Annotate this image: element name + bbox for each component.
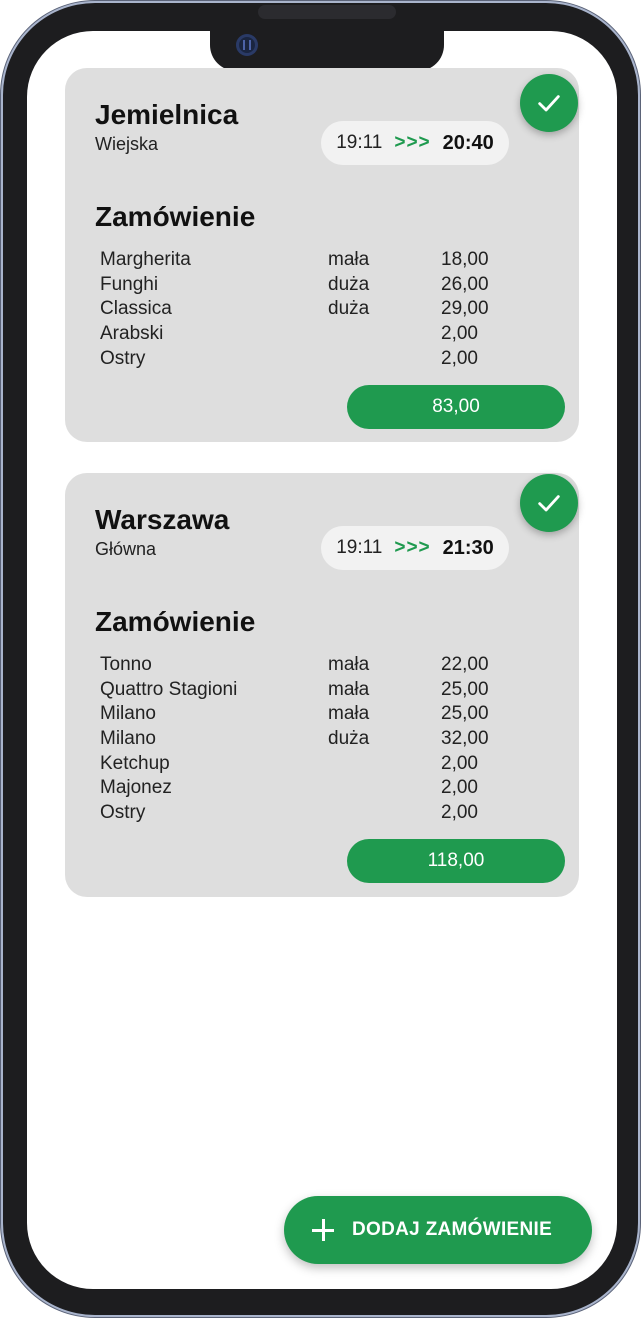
item-size: mała [328,678,370,700]
item-price: 2,00 [441,323,478,345]
check-icon [538,495,560,512]
item-price: 2,00 [441,347,478,369]
order-item-row: Quattro Stagioni mała 25,00 [100,679,520,704]
phone-speaker [258,5,396,19]
add-order-button[interactable]: DODAJ ZAMÓWIENIE [284,1196,592,1264]
order-section-title: Zamówienie [95,201,256,232]
item-name: Majonez [100,777,172,799]
order-time-end: 21:30 [442,536,494,559]
order-total-button[interactable]: 83,00 [347,385,565,429]
order-time-start: 19:11 [336,132,383,153]
item-name: Ostry [100,802,146,824]
order-item-row: Milano duża 32,00 [100,728,520,753]
order-card: Jemielnica Wiejska 19:11 >>> 20:40 Zamów… [65,68,579,442]
order-city: Jemielnica [95,99,239,130]
order-item-row: Ostry 2,00 [100,348,520,373]
item-price: 25,00 [441,703,489,725]
order-item-row: Arabski 2,00 [100,323,520,348]
item-price: 18,00 [441,249,489,270]
order-done-button[interactable] [520,74,578,132]
add-order-label: DODAJ ZAMÓWIENIE [352,1219,553,1240]
order-street: Główna [95,539,157,559]
time-arrows: >>> [394,537,431,558]
order-city: Warszawa [95,504,230,535]
item-name: Tonno [100,654,152,675]
item-name: Milano [100,728,156,750]
order-total-button[interactable]: 118,00 [347,839,565,883]
item-price: 2,00 [441,777,478,799]
order-item-row: Margherita mała 18,00 [100,249,520,274]
order-item-row: Ketchup 2,00 [100,753,520,778]
order-items-list: Tonno mała 22,00 Quattro Stagioni mała 2… [100,654,520,827]
check-icon [538,95,560,112]
order-item-row: Ostry 2,00 [100,802,520,827]
item-name: Arabski [100,323,164,345]
delivery-time-pill: 19:11 >>> 20:40 [321,121,509,165]
item-name: Funghi [100,273,159,295]
item-name: Ostry [100,347,146,369]
item-price: 2,00 [441,752,478,774]
item-name: Quattro Stagioni [100,678,238,700]
item-name: Margherita [100,249,191,270]
order-section-title: Zamówienie [95,606,256,637]
item-size: mała [328,654,370,675]
camera-icon [236,34,258,56]
item-name: Milano [100,703,156,725]
order-time-start: 19:11 [336,537,383,558]
item-size: duża [328,298,370,320]
item-size: duża [328,728,370,750]
item-price: 26,00 [441,273,489,295]
item-price: 2,00 [441,802,478,824]
order-item-row: Majonez 2,00 [100,777,520,802]
item-price: 32,00 [441,728,489,750]
item-name: Ketchup [100,752,170,774]
order-done-button[interactable] [520,474,578,532]
item-price: 25,00 [441,678,489,700]
item-name: Classica [100,298,172,320]
order-item-row: Classica duża 29,00 [100,298,520,323]
order-item-row: Tonno mała 22,00 [100,654,520,679]
item-price: 22,00 [441,654,489,675]
time-arrows: >>> [394,132,431,153]
item-price: 29,00 [441,298,489,320]
delivery-time-pill: 19:11 >>> 21:30 [321,526,509,570]
order-items-list: Margherita mała 18,00 Funghi duża 26,00 … [100,249,520,372]
item-size: mała [328,249,370,270]
order-street: Wiejska [95,134,159,154]
order-time-end: 20:40 [442,131,494,154]
order-item-row: Funghi duża 26,00 [100,274,520,299]
item-size: duża [328,273,370,295]
plus-icon [312,1219,334,1241]
notch [210,31,444,71]
order-card: Warszawa Główna 19:11 >>> 21:30 Zamówien… [65,473,579,897]
app-screen: Jemielnica Wiejska 19:11 >>> 20:40 Zamów… [27,31,617,1289]
item-size: mała [328,703,370,725]
order-item-row: Milano mała 25,00 [100,703,520,728]
